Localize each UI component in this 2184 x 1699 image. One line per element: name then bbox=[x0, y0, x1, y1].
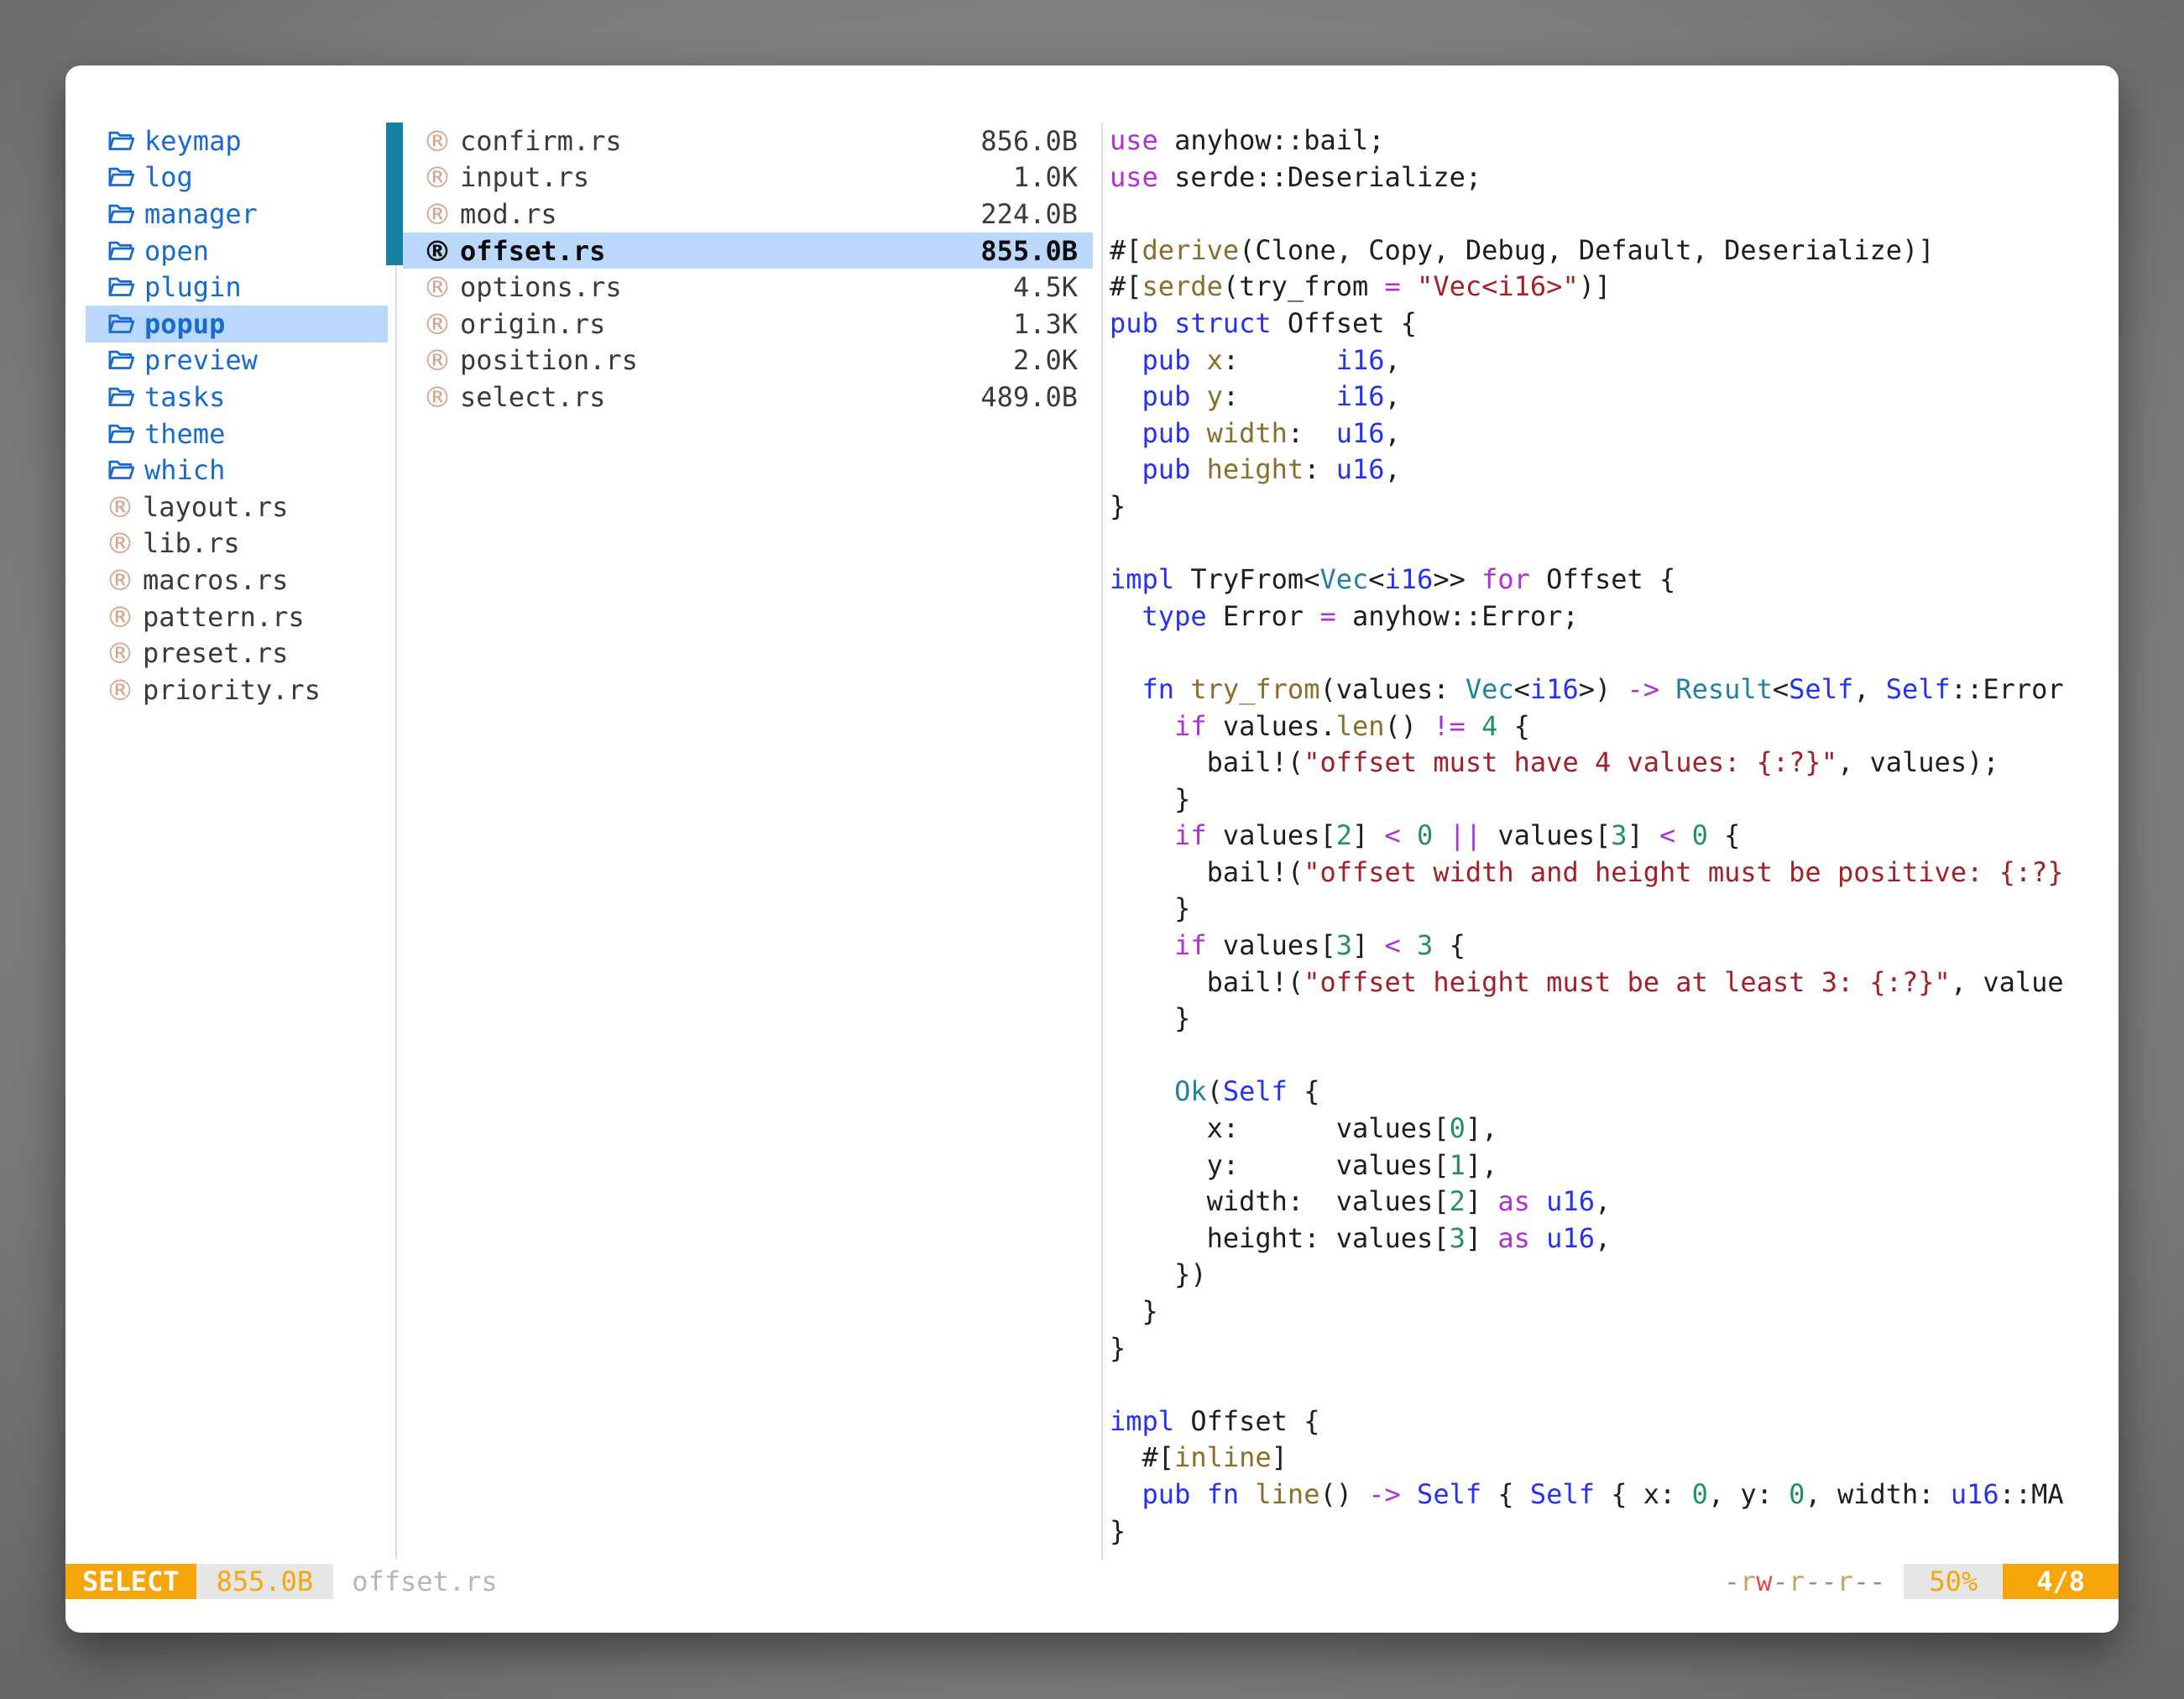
open-folder-icon bbox=[106, 347, 136, 374]
sidebar-item-popup[interactable]: popup bbox=[86, 306, 388, 342]
rust-file-icon: ® bbox=[106, 493, 134, 521]
open-folder-icon bbox=[106, 421, 136, 447]
file-size: 855.0B bbox=[980, 235, 1078, 267]
sidebar-item-label: preset.rs bbox=[143, 637, 288, 669]
file-name: mod.rs bbox=[460, 198, 557, 230]
file-name: offset.rs bbox=[460, 235, 605, 267]
sidebar-item-log[interactable]: log bbox=[86, 159, 388, 196]
file-item-origin[interactable]: ® origin.rs 1.3K bbox=[403, 306, 1093, 342]
rust-file-icon: ® bbox=[106, 676, 134, 704]
sidebar-item-label: layout.rs bbox=[143, 491, 288, 523]
sidebar-item-layout[interactable]: ® layout.rs bbox=[86, 489, 388, 525]
file-item-options[interactable]: ® options.rs 4.5K bbox=[403, 269, 1093, 306]
file-name: confirm.rs bbox=[460, 125, 622, 157]
open-folder-icon bbox=[106, 311, 136, 337]
file-size: 1.0K bbox=[1013, 161, 1078, 193]
parent-directory-pane: keymap log manager open plugin popup preview ta… bbox=[86, 123, 388, 708]
rust-file-icon: ® bbox=[423, 200, 452, 228]
sidebar-item-plugin[interactable]: plugin bbox=[86, 269, 388, 306]
column-separator bbox=[1101, 123, 1103, 1560]
file-name: options.rs bbox=[460, 271, 622, 303]
rust-file-icon: ® bbox=[106, 529, 134, 557]
sidebar-item-priority[interactable]: ® priority.rs bbox=[86, 672, 388, 708]
sidebar-item-macros[interactable]: ® macros.rs bbox=[86, 562, 388, 599]
sidebar-item-label: macros.rs bbox=[143, 564, 288, 596]
sidebar-item-keymap[interactable]: keymap bbox=[86, 123, 388, 159]
file-name: origin.rs bbox=[460, 308, 605, 340]
sidebar-item-label: theme bbox=[144, 418, 225, 450]
file-size: 2.0K bbox=[1013, 344, 1078, 376]
sidebar-item-label: plugin bbox=[144, 271, 242, 303]
file-name: input.rs bbox=[460, 161, 589, 193]
rust-file-icon: ® bbox=[423, 237, 452, 265]
rust-file-icon: ® bbox=[106, 603, 134, 631]
sidebar-item-label: tasks bbox=[144, 381, 225, 413]
file-size: 4.5K bbox=[1013, 271, 1078, 303]
code-preview-pane[interactable]: use anyhow::bail; use serde::Deserialize… bbox=[1110, 123, 2066, 1558]
status-right: -rw-r--r-- 50% 4/8 bbox=[1724, 1564, 2119, 1599]
column-separator bbox=[395, 123, 397, 1560]
file-item-mod[interactable]: ® mod.rs 224.0B bbox=[403, 196, 1093, 233]
yazi-file-manager-window: keymap log manager open plugin popup preview ta… bbox=[65, 65, 2119, 1633]
file-size: 224.0B bbox=[980, 198, 1078, 230]
cursor-position: 4/8 bbox=[2003, 1564, 2119, 1599]
sidebar-item-label: pattern.rs bbox=[143, 601, 305, 633]
sidebar-item-label: manager bbox=[144, 198, 258, 230]
sidebar-item-label: popup bbox=[144, 308, 225, 340]
file-size: 1.3K bbox=[1013, 308, 1078, 340]
sidebar-item-label: priority.rs bbox=[143, 674, 321, 706]
hovered-file-name: offset.rs bbox=[352, 1564, 497, 1599]
sidebar-item-theme[interactable]: theme bbox=[86, 416, 388, 452]
open-folder-icon bbox=[106, 384, 136, 410]
open-folder-icon bbox=[106, 128, 136, 154]
rust-file-icon: ® bbox=[106, 639, 134, 667]
file-name: position.rs bbox=[460, 344, 638, 376]
file-item-offset[interactable]: ® offset.rs 855.0B bbox=[403, 233, 1093, 269]
rust-file-icon: ® bbox=[423, 127, 452, 155]
file-item-select[interactable]: ® select.rs 489.0B bbox=[403, 379, 1093, 416]
rust-file-icon: ® bbox=[423, 310, 452, 338]
sidebar-item-tasks[interactable]: tasks bbox=[86, 379, 388, 416]
rust-file-icon: ® bbox=[423, 346, 452, 374]
rust-file-icon: ® bbox=[423, 383, 452, 411]
sidebar-item-preset[interactable]: ® preset.rs bbox=[86, 635, 388, 672]
sidebar-item-label: keymap bbox=[144, 125, 242, 157]
sidebar-item-preview[interactable]: preview bbox=[86, 342, 388, 379]
scroll-percent: 50% bbox=[1904, 1564, 2003, 1599]
file-item-confirm[interactable]: ® confirm.rs 856.0B bbox=[403, 123, 1093, 159]
sidebar-item-pattern[interactable]: ® pattern.rs bbox=[86, 599, 388, 635]
file-size: 489.0B bbox=[980, 381, 1078, 413]
file-item-position[interactable]: ® position.rs 2.0K bbox=[403, 342, 1093, 379]
sidebar-item-label: log bbox=[144, 161, 193, 193]
file-permissions: -rw-r--r-- bbox=[1724, 1564, 1886, 1599]
file-size: 856.0B bbox=[980, 125, 1078, 157]
file-name: select.rs bbox=[460, 381, 605, 413]
rust-file-icon: ® bbox=[423, 163, 452, 191]
open-folder-icon bbox=[106, 274, 136, 301]
sidebar-item-label: which bbox=[144, 454, 225, 486]
sidebar-item-label: preview bbox=[144, 344, 258, 376]
file-item-input[interactable]: ® input.rs 1.0K bbox=[403, 159, 1093, 196]
sidebar-item-open[interactable]: open bbox=[86, 233, 388, 269]
sidebar-item-manager[interactable]: manager bbox=[86, 196, 388, 233]
status-bar: SELECT 855.0B offset.rs -rw-r--r-- 50% 4… bbox=[65, 1564, 2119, 1599]
file-size-segment: 855.0B bbox=[196, 1564, 334, 1599]
open-folder-icon bbox=[106, 238, 136, 264]
mode-badge: SELECT bbox=[65, 1564, 196, 1599]
rust-file-icon: ® bbox=[423, 273, 452, 301]
open-folder-icon bbox=[106, 201, 136, 227]
file-list-scrollbar[interactable] bbox=[386, 123, 403, 265]
rust-file-icon: ® bbox=[106, 566, 134, 594]
sidebar-item-label: lib.rs bbox=[143, 527, 240, 559]
open-folder-icon bbox=[106, 164, 136, 191]
sidebar-item-which[interactable]: which bbox=[86, 452, 388, 489]
status-left: SELECT 855.0B offset.rs bbox=[65, 1564, 498, 1599]
current-directory-pane: ® confirm.rs 856.0B ® input.rs 1.0K ® mod.rs 224… bbox=[403, 123, 1093, 416]
sidebar-item-label: open bbox=[144, 235, 209, 267]
sidebar-item-lib[interactable]: ® lib.rs bbox=[86, 525, 388, 562]
open-folder-icon bbox=[106, 457, 136, 484]
